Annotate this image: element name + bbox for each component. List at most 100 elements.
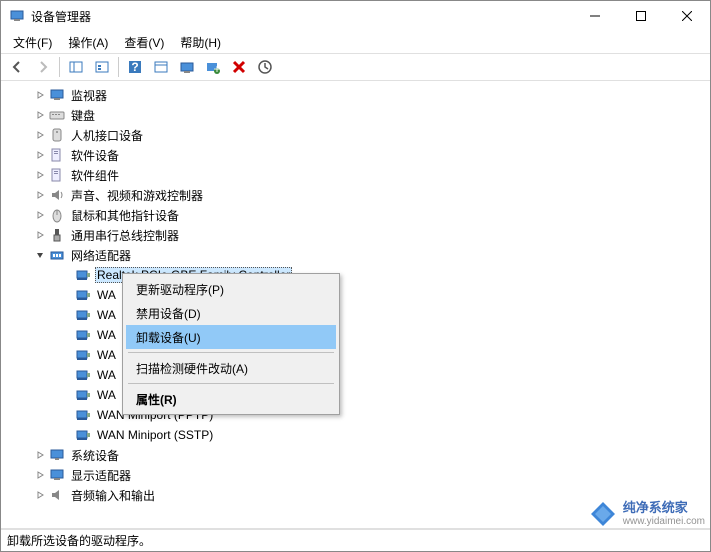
up-button[interactable]	[90, 55, 114, 79]
chevron-down-icon[interactable]	[33, 248, 47, 262]
context-menu-item[interactable]: 扫描检测硬件改动(A)	[126, 356, 336, 380]
tree-item[interactable]: 网络适配器	[5, 245, 710, 265]
context-menu: 更新驱动程序(P)禁用设备(D)卸载设备(U) 扫描检测硬件改动(A) 属性(R)	[122, 273, 340, 415]
tree-item[interactable]: WA	[5, 305, 710, 325]
update-driver-button[interactable]	[175, 55, 199, 79]
tree-item[interactable]: 监视器	[5, 85, 710, 105]
status-text: 卸载所选设备的驱动程序。	[7, 532, 151, 549]
tree-item[interactable]: 通用串行总线控制器	[5, 225, 710, 245]
tree-item-label: 通用串行总线控制器	[69, 226, 181, 245]
tree-item[interactable]: 声音、视频和游戏控制器	[5, 185, 710, 205]
menu-file[interactable]: 文件(F)	[5, 32, 60, 53]
tree-item-label: 软件设备	[69, 146, 121, 165]
tree-spacer	[59, 408, 73, 422]
nic-icon	[75, 347, 91, 363]
tree-item-label: WA	[95, 307, 118, 323]
tree-spacer	[59, 268, 73, 282]
menu-help[interactable]: 帮助(H)	[172, 32, 229, 53]
tree-item[interactable]: 人机接口设备	[5, 125, 710, 145]
tree-item[interactable]: 软件组件	[5, 165, 710, 185]
properties-button[interactable]	[149, 55, 173, 79]
mouse-icon	[49, 207, 65, 223]
chevron-right-icon[interactable]	[33, 168, 47, 182]
context-menu-item[interactable]: 属性(R)	[126, 387, 336, 411]
tree-item-label: WA	[95, 327, 118, 343]
maximize-button[interactable]	[618, 1, 664, 31]
menu-view[interactable]: 查看(V)	[116, 32, 172, 53]
chevron-right-icon[interactable]	[33, 128, 47, 142]
tree-item[interactable]: 系统设备	[5, 445, 710, 465]
keyboard-icon	[49, 107, 65, 123]
forward-button[interactable]	[31, 55, 55, 79]
system-icon	[49, 447, 65, 463]
tree-item[interactable]: 鼠标和其他指针设备	[5, 205, 710, 225]
scan-hardware-button[interactable]: +	[201, 55, 225, 79]
chevron-right-icon[interactable]	[33, 88, 47, 102]
tree-item-label: WA	[95, 347, 118, 363]
tree-item-label: 人机接口设备	[69, 126, 145, 145]
audioio-icon	[49, 487, 65, 503]
menu-action[interactable]: 操作(A)	[60, 32, 116, 53]
nic-icon	[75, 367, 91, 383]
tree-item-label: 键盘	[69, 106, 97, 125]
chevron-right-icon[interactable]	[33, 208, 47, 222]
tree-item-label: 系统设备	[69, 446, 121, 465]
close-button[interactable]	[664, 1, 710, 31]
nic-icon	[75, 287, 91, 303]
minimize-button[interactable]	[572, 1, 618, 31]
tree-scroll[interactable]: 监视器键盘人机接口设备软件设备软件组件声音、视频和游戏控制器鼠标和其他指针设备通…	[1, 81, 710, 528]
nic-icon	[75, 427, 91, 443]
svg-text:?: ?	[131, 60, 138, 74]
tree-item[interactable]: 显示适配器	[5, 465, 710, 485]
nic-icon	[75, 307, 91, 323]
hid-icon	[49, 127, 65, 143]
tree-item[interactable]: 键盘	[5, 105, 710, 125]
tree-item[interactable]: WA	[5, 365, 710, 385]
tree-spacer	[59, 368, 73, 382]
chevron-right-icon[interactable]	[33, 448, 47, 462]
watermark: 纯净系统家 www.yidaimei.com	[589, 500, 705, 528]
tree-item[interactable]: Realtek PCIe GBE Family Controller	[5, 265, 710, 285]
tree-spacer	[59, 388, 73, 402]
tree-item[interactable]: WA	[5, 285, 710, 305]
tree-item[interactable]: WA	[5, 325, 710, 345]
chevron-right-icon[interactable]	[33, 148, 47, 162]
chevron-right-icon[interactable]	[33, 468, 47, 482]
chevron-right-icon[interactable]	[33, 108, 47, 122]
display-icon	[49, 467, 65, 483]
watermark-icon	[589, 500, 617, 528]
tree-item[interactable]: 软件设备	[5, 145, 710, 165]
show-hide-console-tree-button[interactable]	[64, 55, 88, 79]
context-menu-separator	[128, 383, 334, 384]
context-menu-separator	[128, 352, 334, 353]
nic-icon	[75, 267, 91, 283]
tree-item-label: 鼠标和其他指针设备	[69, 206, 181, 225]
tree-item-label: WA	[95, 367, 118, 383]
network-icon	[49, 247, 65, 263]
app-icon	[9, 8, 25, 24]
disable-button[interactable]	[253, 55, 277, 79]
context-menu-item[interactable]: 禁用设备(D)	[126, 301, 336, 325]
tree-item[interactable]: WA	[5, 385, 710, 405]
tree-item[interactable]: WAN Miniport (SSTP)	[5, 425, 710, 445]
tree-spacer	[59, 328, 73, 342]
chevron-right-icon[interactable]	[33, 188, 47, 202]
tree-item-label: 声音、视频和游戏控制器	[69, 186, 205, 205]
context-menu-item[interactable]: 卸载设备(U)	[126, 325, 336, 349]
chevron-right-icon[interactable]	[33, 488, 47, 502]
back-button[interactable]	[5, 55, 29, 79]
software-icon	[49, 147, 65, 163]
device-manager-window: 设备管理器 文件(F) 操作(A) 查看(V) 帮助(H) ? + 监视器键盘人…	[0, 0, 711, 552]
context-menu-item[interactable]: 更新驱动程序(P)	[126, 277, 336, 301]
tree-item[interactable]: WAN Miniport (PPTP)	[5, 405, 710, 425]
uninstall-button[interactable]	[227, 55, 251, 79]
svg-text:+: +	[213, 62, 220, 75]
tree-item[interactable]: WA	[5, 345, 710, 365]
nic-icon	[75, 327, 91, 343]
chevron-right-icon[interactable]	[33, 228, 47, 242]
help-button[interactable]: ?	[123, 55, 147, 79]
tree-item-label: 显示适配器	[69, 466, 133, 485]
tree-item-label: 音频输入和输出	[69, 486, 157, 505]
device-tree-area: 监视器键盘人机接口设备软件设备软件组件声音、视频和游戏控制器鼠标和其他指针设备通…	[1, 81, 710, 529]
statusbar: 卸载所选设备的驱动程序。	[1, 529, 710, 551]
